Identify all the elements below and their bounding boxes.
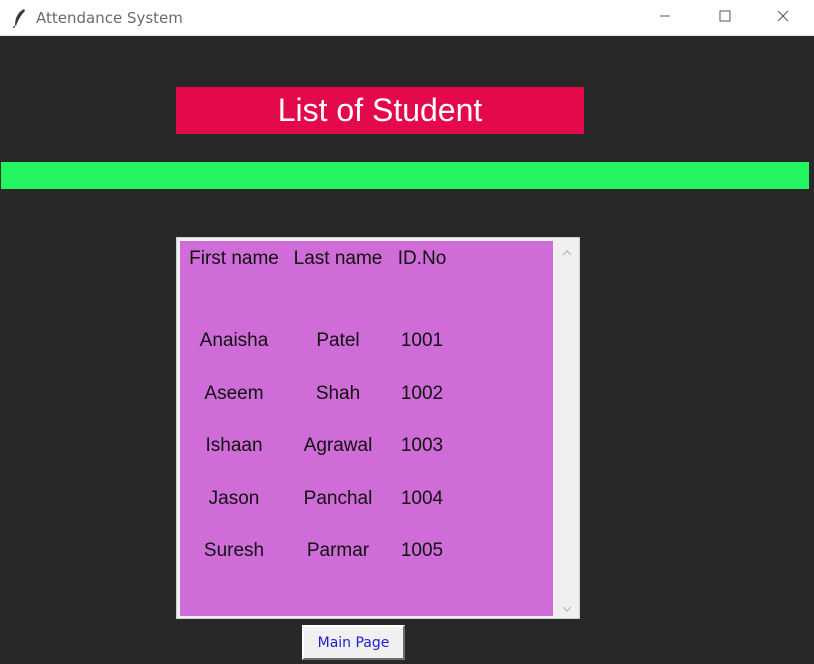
last-name-cell: Patel — [316, 330, 360, 351]
last-name-cell: Shah — [315, 383, 361, 404]
header-first-name: First name — [189, 248, 279, 269]
id-cell: 1003 — [400, 435, 444, 456]
first-name-cell: Anaisha — [199, 330, 269, 351]
close-icon — [777, 9, 789, 27]
id-cell: 1002 — [400, 383, 444, 404]
maximize-icon — [719, 9, 731, 27]
first-name-cell: Suresh — [203, 540, 265, 561]
last-name-cell: Agrawal — [303, 435, 373, 456]
id-cell: 1001 — [400, 330, 444, 351]
id-cell: 1004 — [400, 488, 444, 509]
feather-icon — [12, 8, 28, 29]
last-name-cell: Parmar — [306, 540, 370, 561]
page-title: List of Student — [176, 87, 584, 134]
main-page-button[interactable]: Main Page — [302, 625, 405, 660]
vertical-scrollbar[interactable] — [556, 239, 578, 617]
first-name-cell: Ishaan — [205, 435, 263, 456]
header-last-name: Last name — [293, 248, 383, 269]
divider-bar — [1, 162, 809, 189]
minimize-button[interactable] — [642, 0, 688, 36]
app-window: Attendance System List of Student First … — [0, 0, 814, 664]
minimize-icon — [659, 9, 671, 27]
chevron-up-icon[interactable] — [562, 245, 572, 256]
student-listbox[interactable]: First name Last name ID.No Anaisha Patel… — [176, 237, 580, 619]
title-bar: Attendance System — [0, 0, 814, 36]
student-list[interactable]: First name Last name ID.No Anaisha Patel… — [180, 241, 553, 616]
first-name-cell: Aseem — [204, 383, 264, 404]
first-name-cell: Jason — [208, 488, 260, 509]
header-id-no: ID.No — [397, 248, 447, 269]
maximize-button[interactable] — [702, 0, 748, 36]
chevron-down-icon[interactable] — [562, 601, 572, 612]
window-title: Attendance System — [36, 9, 183, 27]
last-name-cell: Panchal — [303, 488, 373, 509]
close-button[interactable] — [760, 0, 806, 36]
id-cell: 1005 — [400, 540, 444, 561]
